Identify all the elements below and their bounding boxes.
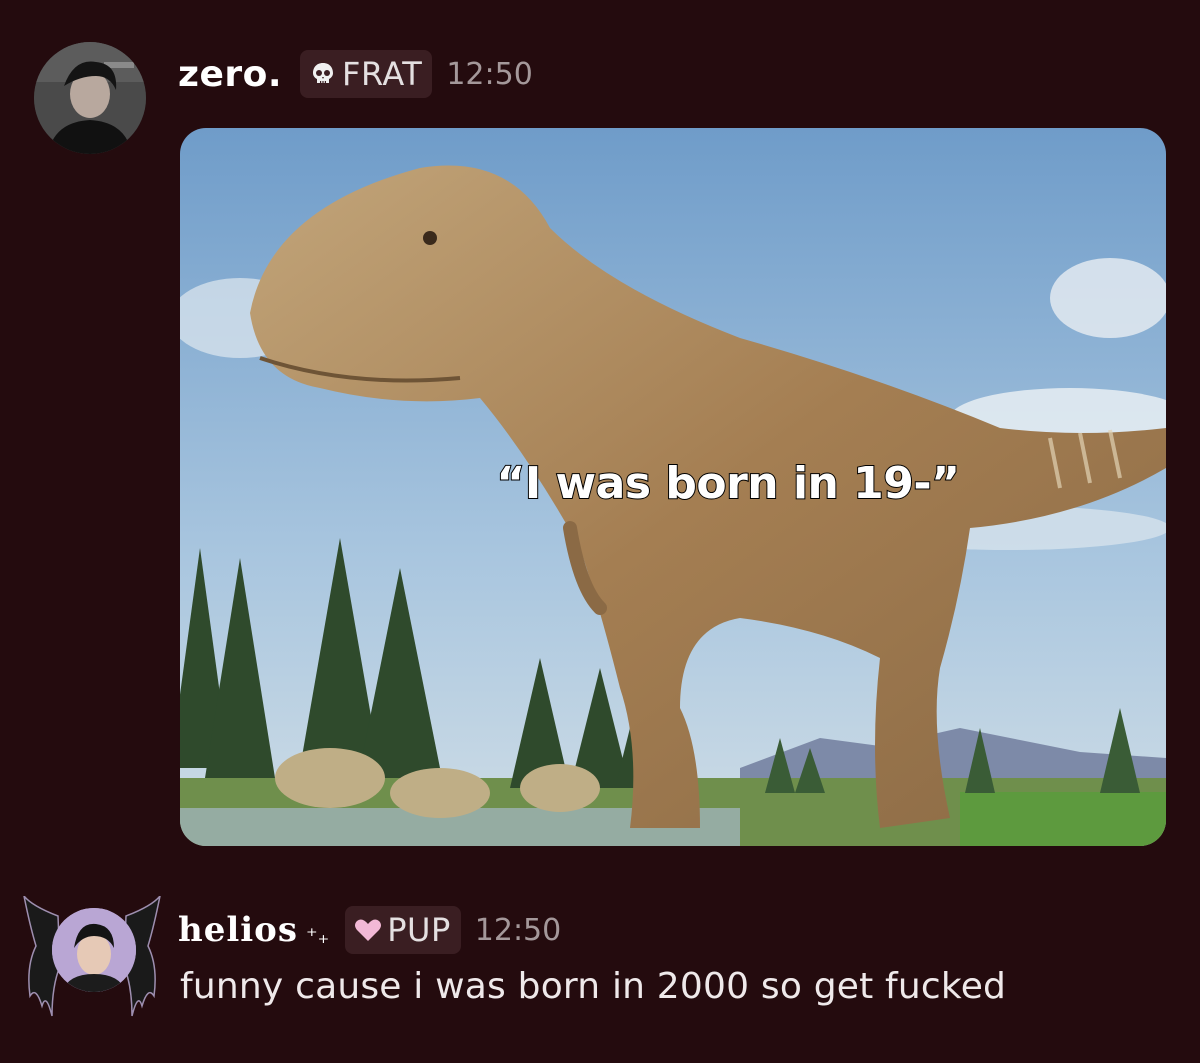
role-tag-label: FRAT <box>342 55 423 93</box>
timestamp: 12:50 <box>446 56 533 92</box>
avatar[interactable] <box>52 908 136 992</box>
message-header: zero. FRAT 12:50 <box>178 48 533 100</box>
username[interactable]: helios <box>178 910 298 950</box>
avatar[interactable] <box>34 42 146 154</box>
image-attachment[interactable]: “I was born in 19-” <box>180 128 1166 846</box>
role-tag-label: PUP <box>387 911 451 949</box>
username[interactable]: zero. <box>178 54 282 95</box>
role-tag[interactable]: FRAT <box>300 50 433 98</box>
timestamp: 12:50 <box>474 912 562 948</box>
role-tag[interactable]: PUP <box>345 906 461 954</box>
username-decoration: ⁺₊ <box>306 923 330 949</box>
heart-icon <box>355 919 382 941</box>
message-text: funny cause i was born in 2000 so get fu… <box>180 966 1007 1007</box>
message-header: helios ⁺₊ PUP 12:50 <box>178 904 561 956</box>
skull-icon <box>313 63 334 83</box>
avatar-frame[interactable] <box>22 896 162 1026</box>
meme-caption: “I was born in 19-” <box>495 457 961 510</box>
